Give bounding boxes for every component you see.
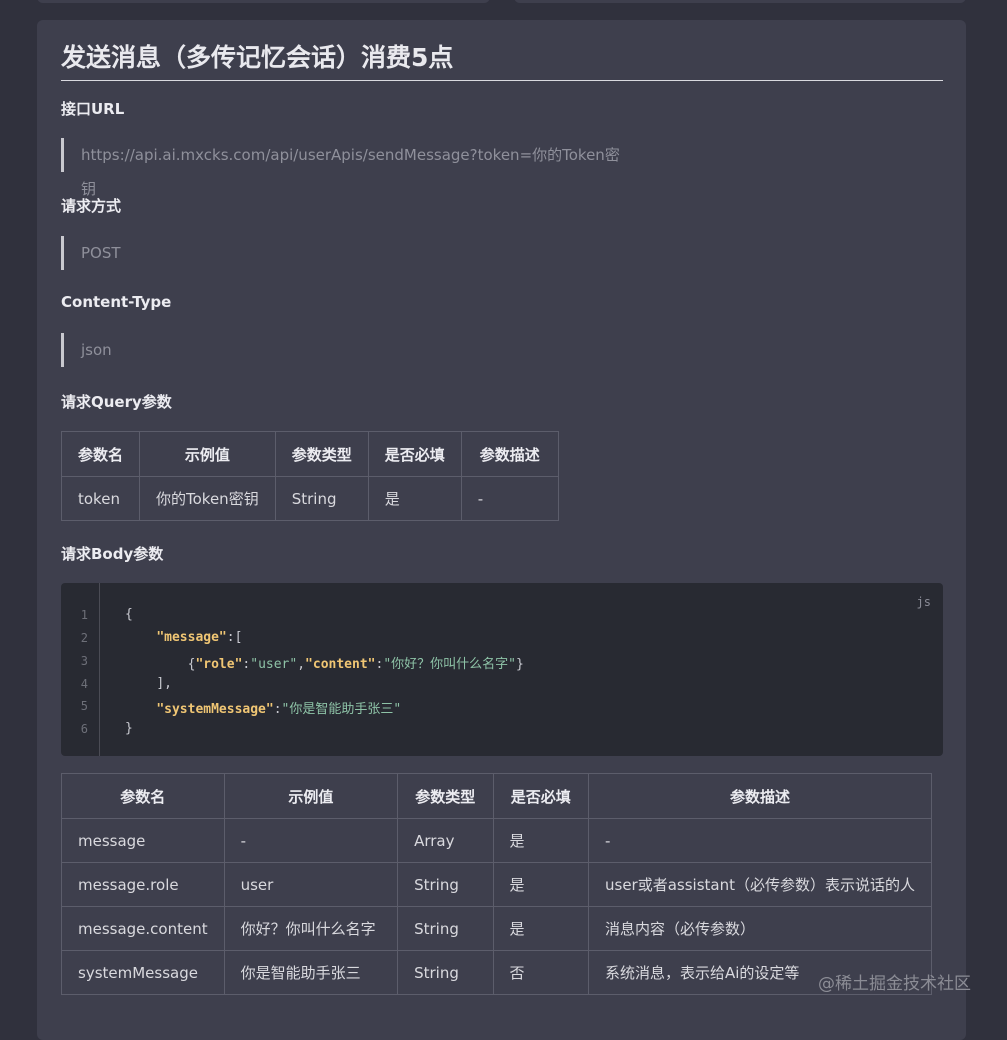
content-type-heading: Content-Type (61, 293, 172, 311)
table-header: 示例值 (223, 773, 399, 819)
code-key: "role" (195, 657, 243, 672)
line-number: 3 (80, 654, 88, 668)
code-line: {"role":"user","content":"你好？你叫什么名字"} (125, 653, 524, 672)
code-block: 1 2 3 4 5 6 js { "message":[ {"role":"us… (61, 583, 943, 756)
table-cell: 是 (492, 862, 590, 907)
table-row: message.content 你好？你叫什么名字 String 是 消息内容（… (61, 906, 932, 951)
code-language-label: js (916, 595, 931, 609)
line-number: 4 (80, 677, 88, 691)
table-cell: String (397, 906, 494, 951)
table-header: 参数类型 (274, 431, 369, 477)
code-key: "content" (305, 657, 376, 672)
table-row: systemMessage 你是智能助手张三 String 否 系统消息，表示给… (61, 950, 932, 995)
line-number: 1 (80, 608, 88, 622)
table-header: 是否必填 (367, 431, 462, 477)
table-cell: - (588, 818, 932, 863)
code-string: "你好？你叫什么名字" (383, 657, 516, 672)
line-number: 2 (80, 631, 88, 645)
table-cell: 消息内容（必传参数） (588, 906, 932, 951)
api-doc-card: 发送消息（多传记忆会话）消费5点 接口URL https://api.ai.mx… (37, 20, 966, 1040)
table-cell: 你好？你叫什么名字 (223, 906, 399, 951)
table-header-row: 参数名 示例值 参数类型 是否必填 参数描述 (60, 431, 559, 477)
table-header: 参数描述 (460, 431, 559, 477)
table-cell: 是 (492, 906, 590, 951)
code-key: "message" (156, 630, 227, 645)
table-cell: 是 (492, 818, 590, 863)
table-header: 参数名 (60, 431, 141, 477)
code-line: "systemMessage":"你是智能助手张三" (125, 698, 401, 717)
table-row: token 你的Token密钥 String 是 - (60, 476, 559, 521)
table-cell: String (397, 950, 494, 995)
table-cell: 你的Token密钥 (139, 476, 276, 521)
code-key: "systemMessage" (156, 702, 274, 717)
table-cell: - (223, 818, 399, 863)
line-number: 5 (80, 699, 88, 713)
table-header: 示例值 (139, 431, 276, 477)
body-params-table: 参数名 示例值 参数类型 是否必填 参数描述 message - Array 是… (61, 773, 932, 995)
code-line: ], (125, 676, 172, 691)
table-cell: token (60, 476, 141, 521)
table-cell: - (460, 476, 559, 521)
code-line: "message":[ (125, 630, 242, 645)
table-cell: 你是智能助手张三 (223, 950, 399, 995)
code-line: } (125, 721, 133, 736)
code-token: } (125, 721, 133, 736)
code-token: : (273, 702, 282, 717)
code-line: { (125, 607, 133, 622)
table-cell: String (397, 862, 494, 907)
code-token: :[ (226, 630, 243, 645)
table-header: 参数类型 (397, 773, 494, 819)
code-string: "user" (250, 657, 298, 672)
table-cell: systemMessage (61, 950, 225, 995)
table-cell: 否 (492, 950, 590, 995)
table-row: message - Array 是 - (61, 818, 932, 863)
code-string: "你是智能助手张三" (281, 702, 402, 717)
table-cell: String (274, 476, 369, 521)
url-heading: 接口URL (61, 100, 125, 118)
table-cell: Array (397, 818, 494, 863)
page-title: 发送消息（多传记忆会话）消费5点 (61, 20, 943, 81)
query-params-table: 参数名 示例值 参数类型 是否必填 参数描述 token 你的Token密钥 S… (60, 431, 559, 521)
code-token: { (125, 607, 133, 622)
table-cell: user或者assistant（必传参数）表示说话的人 (588, 862, 932, 907)
previous-card-right (514, 0, 966, 3)
table-header: 是否必填 (492, 773, 590, 819)
table-cell: message.role (61, 862, 225, 907)
code-token: } (515, 657, 524, 672)
table-cell: user (223, 862, 399, 907)
body-params-heading: 请求Body参数 (61, 545, 164, 563)
content-type-value: json (61, 333, 621, 367)
line-number-gutter: 1 2 3 4 5 6 (61, 583, 100, 756)
method-heading: 请求方式 (61, 197, 122, 215)
query-params-heading: 请求Query参数 (61, 393, 172, 411)
method-value: POST (61, 236, 621, 270)
table-cell: 是 (367, 476, 462, 521)
previous-card-left (37, 0, 490, 3)
code-token: ], (156, 676, 172, 691)
table-header-row: 参数名 示例值 参数类型 是否必填 参数描述 (61, 773, 932, 819)
table-header: 参数名 (61, 773, 225, 819)
line-number: 6 (80, 722, 88, 736)
table-header: 参数描述 (588, 773, 932, 819)
table-cell: message.content (61, 906, 225, 951)
table-cell: message (61, 818, 225, 863)
url-value: https://api.ai.mxcks.com/api/userApis/se… (61, 138, 621, 198)
watermark: @稀土掘金技术社区 (818, 974, 971, 994)
code-token: , (297, 657, 306, 672)
table-row: message.role user String 是 user或者assista… (61, 862, 932, 907)
